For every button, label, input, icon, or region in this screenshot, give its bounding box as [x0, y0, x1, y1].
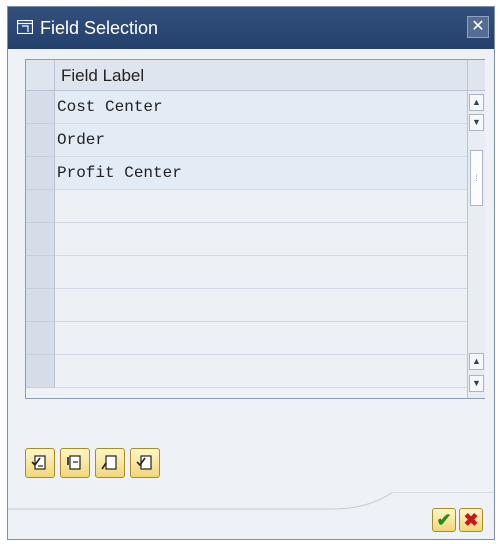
field-selection-dialog: Field Selection ✕ Field Label Cost Cente… — [7, 6, 495, 540]
table-row[interactable] — [26, 355, 467, 388]
row-selector[interactable] — [26, 190, 55, 223]
checkmark-icon: ✔ — [436, 510, 452, 530]
table-row[interactable] — [26, 289, 467, 322]
field-label-cell[interactable] — [55, 322, 467, 355]
cancel-button[interactable]: ✖ — [459, 508, 483, 532]
deselect-all-button[interactable] — [60, 448, 90, 478]
table-row[interactable] — [26, 190, 467, 223]
row-selector[interactable] — [26, 157, 55, 190]
close-icon: ✕ — [471, 18, 485, 35]
close-button[interactable]: ✕ — [467, 16, 489, 38]
row-selector[interactable] — [26, 289, 55, 322]
table-row[interactable]: Profit Center — [26, 157, 467, 190]
triangle-down-icon: ▼ — [472, 378, 481, 388]
row-selector[interactable] — [26, 223, 55, 256]
field-label-cell[interactable] — [55, 223, 467, 256]
field-table: Field Label Cost Center Order Profit Cen… — [25, 59, 485, 399]
field-label-cell[interactable] — [55, 289, 467, 322]
field-label-cell[interactable] — [55, 190, 467, 223]
triangle-up-icon: ▲ — [472, 356, 481, 366]
footer-divider — [8, 492, 494, 510]
find-icon — [136, 455, 152, 470]
select-all-corner[interactable] — [26, 60, 55, 91]
title-bar: Field Selection ✕ — [8, 7, 494, 49]
select-block-icon — [101, 455, 117, 470]
dialog-title: Field Selection — [40, 18, 159, 38]
scroll-up-button[interactable]: ▲ — [469, 94, 484, 111]
grip-icon: ⁞ — [475, 173, 478, 183]
vertical-scrollbar[interactable]: ▲ ▼ ⁞ ▲ ▼ — [467, 91, 485, 398]
column-header-field-label[interactable]: Field Label — [55, 60, 467, 91]
select-all-icon — [31, 455, 46, 470]
table-rows: Cost Center Order Profit Center — [26, 91, 467, 388]
ok-button[interactable]: ✔ — [432, 508, 456, 532]
table-row[interactable] — [26, 256, 467, 289]
field-label-cell[interactable]: Profit Center — [55, 157, 467, 190]
row-selector[interactable] — [26, 256, 55, 289]
scroll-down-button[interactable]: ▼ — [469, 375, 484, 392]
field-label-cell[interactable] — [55, 256, 467, 289]
field-label-cell[interactable] — [55, 355, 467, 388]
dialog-window-icon — [16, 19, 34, 35]
select-all-button[interactable] — [25, 448, 55, 478]
select-block-button[interactable] — [95, 448, 125, 478]
page-down-button[interactable]: ▼ — [469, 114, 484, 131]
table-row[interactable] — [26, 223, 467, 256]
column-settings-button[interactable] — [467, 60, 485, 91]
scroll-thumb[interactable]: ⁞ — [470, 150, 483, 206]
triangle-down-icon: ▼ — [472, 117, 481, 127]
table-row[interactable]: Order — [26, 124, 467, 157]
find-button[interactable] — [130, 448, 160, 478]
row-selector[interactable] — [26, 355, 55, 388]
table-row[interactable] — [26, 322, 467, 355]
field-label-cell[interactable]: Cost Center — [55, 91, 467, 124]
triangle-up-icon: ▲ — [472, 97, 481, 107]
row-selector[interactable] — [26, 322, 55, 355]
cross-icon: ✖ — [463, 510, 479, 530]
table-row[interactable]: Cost Center — [26, 91, 467, 124]
row-selector[interactable] — [26, 124, 55, 157]
page-up-button[interactable]: ▲ — [469, 353, 484, 370]
field-label-cell[interactable]: Order — [55, 124, 467, 157]
deselect-all-icon — [67, 455, 81, 470]
row-selector[interactable] — [26, 91, 55, 124]
